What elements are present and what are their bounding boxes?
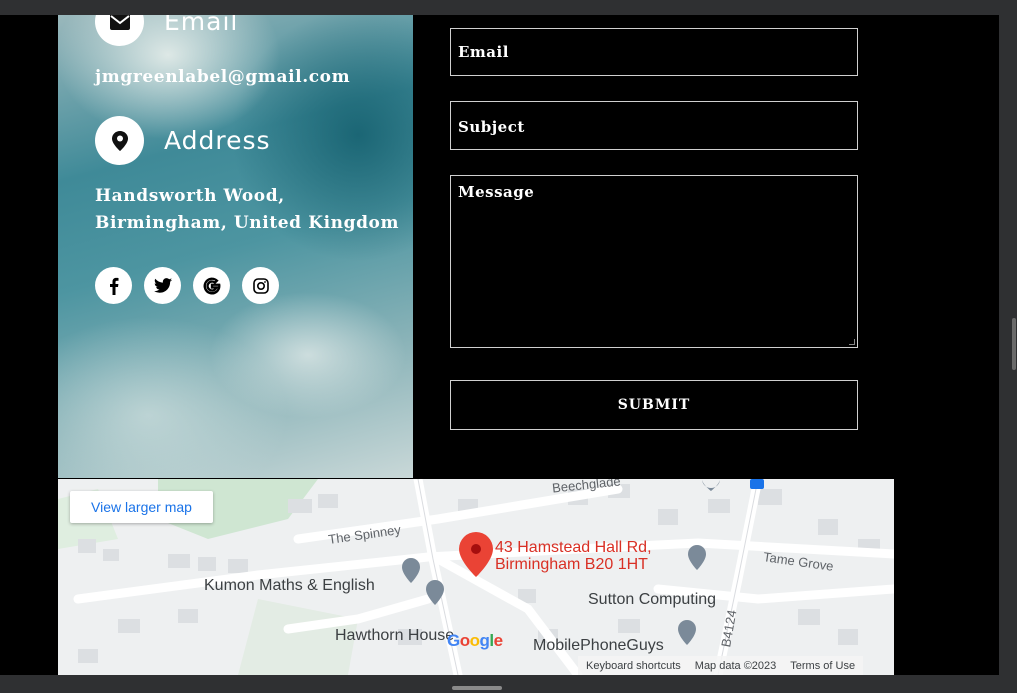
instagram-button[interactable] [242,267,279,304]
email-icon-circle [95,15,144,46]
envelope-icon [109,15,130,30]
subject-field[interactable]: Subject [450,101,858,150]
email-title: Email [164,15,239,36]
instagram-icon [252,277,269,294]
poi-hawthorn-house[interactable]: Hawthorn House [335,627,454,645]
google-icon [203,277,220,294]
twitter-button[interactable] [144,267,181,304]
address-value: Handsworth Wood, Birmingham, United King… [95,183,399,237]
map-marker-icon [111,130,128,151]
page-content: Email jmgreenlabel@gmail.com Address Han… [0,15,999,675]
address-icon-circle [95,116,144,165]
poi-kumon[interactable]: Kumon Maths & English [204,577,375,595]
map-embed[interactable]: View larger map 43 Hamstead Hall Rd, Bir… [58,479,894,675]
poi-mobilephoneguys[interactable]: MobilePhoneGuys [533,637,664,655]
contact-info-panel: Email jmgreenlabel@gmail.com Address Han… [58,15,413,478]
message-textarea[interactable]: Message [450,175,858,348]
address-line-1: Handsworth Wood, [95,186,285,206]
map-footer: Keyboard shortcuts Map data ©2023 Terms … [578,656,864,675]
map-address-label: 43 Hamstead Hall Rd, Birmingham B20 1HT [495,539,652,573]
address-line-2: Birmingham, United Kingdom [95,213,400,233]
email-field[interactable]: Email [450,28,858,76]
google-button[interactable] [193,267,230,304]
browser-bottom-bar [0,675,1017,693]
address-title: Address [164,126,271,155]
scrollbar-thumb[interactable] [1012,318,1016,370]
email-heading: Email [95,15,238,46]
submit-button[interactable]: SUBMIT [450,380,858,430]
map-data-attribution: Map data ©2023 [694,659,777,672]
resize-handle[interactable] [849,339,855,345]
facebook-icon [109,277,118,295]
keyboard-shortcuts-link[interactable]: Keyboard shortcuts [586,660,681,672]
subject-placeholder: Subject [458,118,525,136]
twitter-icon [153,278,172,293]
browser-top-bar [0,0,1017,15]
map-address-line-1: 43 Hamstead Hall Rd, [495,539,652,556]
email-placeholder: Email [458,43,509,61]
social-links [95,267,279,304]
view-larger-map-link[interactable]: View larger map [70,491,213,523]
google-logo: Google [447,631,503,650]
message-placeholder: Message [458,183,535,201]
map-address-line-2: Birmingham B20 1HT [495,556,648,573]
terms-of-use-link[interactable]: Terms of Use [790,660,855,672]
poi-sutton-computing[interactable]: Sutton Computing [588,591,716,609]
address-heading: Address [95,116,271,165]
facebook-button[interactable] [95,267,132,304]
email-value[interactable]: jmgreenlabel@gmail.com [95,64,350,91]
home-indicator[interactable] [452,686,502,690]
